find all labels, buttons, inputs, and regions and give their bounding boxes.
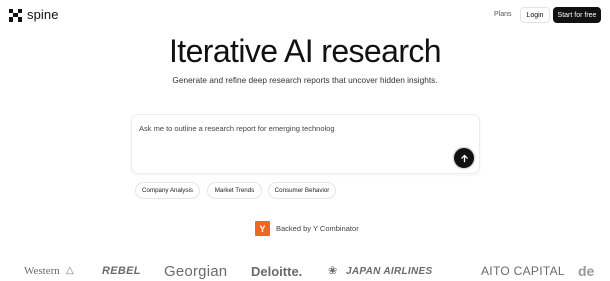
client-logo-partial: de — [578, 263, 595, 279]
jal-crane-icon: ❀ — [328, 265, 338, 277]
send-button[interactable] — [454, 148, 474, 168]
client-logo-rebel: REBEL — [102, 265, 141, 277]
chip-company-analysis[interactable]: Company Analysis — [135, 182, 200, 199]
brand-logo[interactable]: spine — [9, 8, 59, 22]
client-logo-western: Western — [24, 265, 60, 277]
backed-by-yc: Y Backed by Y Combinator — [255, 221, 359, 236]
client-logo-aito-capital: AITO CAPITAL — [481, 264, 565, 278]
start-for-free-button[interactable]: Start for free — [553, 7, 601, 23]
plans-link[interactable]: Plans — [494, 11, 512, 18]
client-logo-deloitte: Deloitte. — [251, 264, 303, 279]
suggestion-chips: Company Analysis Market Trends Consumer … — [0, 182, 610, 199]
prompt-input[interactable] — [139, 122, 459, 134]
client-logos: Western △ REBEL Georgian Deloitte. ❀ JAP… — [0, 262, 610, 281]
client-logo-japan-airlines: JAPAN AIRLINES — [346, 266, 433, 277]
login-button[interactable]: Login — [520, 7, 550, 23]
arrow-up-icon — [460, 154, 468, 162]
brand-name: spine — [27, 7, 59, 22]
spine-logo-icon — [9, 8, 22, 22]
western-emblem-icon: △ — [66, 265, 74, 276]
hero-title: Iterative AI research — [169, 33, 442, 69]
top-nav: spine Plans Login Start for free — [0, 0, 610, 32]
prompt-box — [131, 114, 480, 174]
client-logo-georgian: Georgian — [164, 263, 228, 280]
hero-subtitle: Generate and refine deep research report… — [172, 75, 438, 85]
backed-by-text: Backed by Y Combinator — [276, 224, 359, 233]
y-combinator-logo: Y — [255, 221, 270, 236]
chip-market-trends[interactable]: Market Trends — [207, 182, 262, 199]
chip-consumer-behavior[interactable]: Consumer Behavior — [268, 182, 336, 199]
